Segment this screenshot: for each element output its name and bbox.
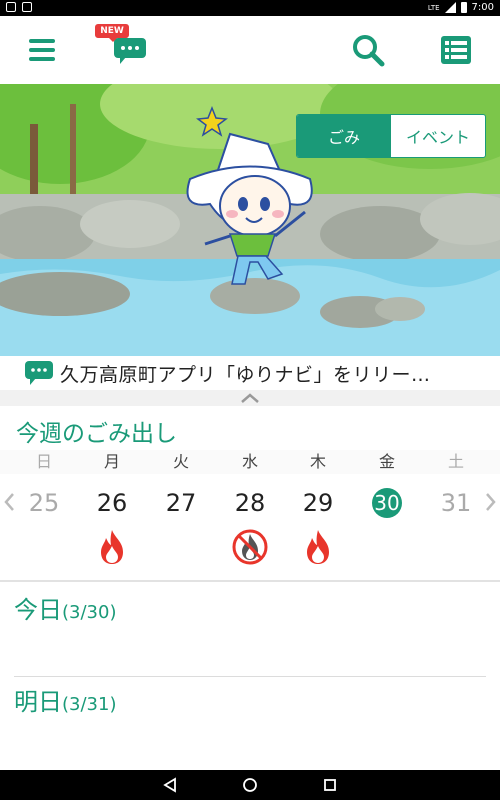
collapse-handle[interactable] xyxy=(0,390,500,406)
day-divider xyxy=(14,676,486,677)
weekday-tue: 火 xyxy=(172,452,189,471)
search-button[interactable] xyxy=(348,30,388,70)
non-burnable-garbage-icon xyxy=(232,529,268,565)
news-chat-icon xyxy=(25,361,53,385)
today-date: (3/30) xyxy=(62,602,117,623)
weekday-header: 日 月 火 水 木 金 土 xyxy=(0,450,500,474)
status-time: 7:00 xyxy=(471,2,494,13)
category-segment: ごみ イベント xyxy=(296,114,486,158)
date-cell[interactable]: 29 xyxy=(296,488,340,518)
burnable-garbage-icon xyxy=(101,530,123,564)
new-badge: NEW xyxy=(95,24,129,42)
section-divider xyxy=(0,580,500,582)
list-button[interactable] xyxy=(436,30,476,70)
notification-icon xyxy=(6,2,16,12)
tomorrow-date: (3/31) xyxy=(62,694,117,715)
toolbar: NEW xyxy=(0,16,500,84)
date-cell[interactable]: 25 xyxy=(22,488,66,518)
news-ticker[interactable]: 久万高原町アプリ「ゆりナビ」をリリー… xyxy=(0,356,500,390)
tab-event[interactable]: イベント xyxy=(391,115,485,157)
menu-button[interactable] xyxy=(22,30,62,70)
back-icon[interactable] xyxy=(162,777,178,793)
tab-garbage[interactable]: ごみ xyxy=(297,115,391,157)
today-heading: 今日(3/30) xyxy=(14,590,116,625)
battery-icon xyxy=(460,2,467,13)
search-icon xyxy=(353,35,385,67)
chevron-up-icon xyxy=(241,393,259,403)
date-cell-today[interactable]: 30 xyxy=(365,488,409,518)
weekday-wed: 水 xyxy=(241,452,258,471)
system-nav-bar xyxy=(0,770,500,800)
today-label: 今日 xyxy=(14,596,62,624)
list-icon xyxy=(441,36,471,64)
weekday-sun: 日 xyxy=(35,452,52,471)
home-icon[interactable] xyxy=(242,777,258,793)
tomorrow-heading: 明日(3/31) xyxy=(14,682,116,717)
week-title: 今週のごみ出し xyxy=(16,421,177,447)
date-cell[interactable]: 26 xyxy=(90,488,134,518)
weekday-fri: 金 xyxy=(378,452,395,471)
date-cell[interactable]: 28 xyxy=(228,488,272,518)
recents-icon[interactable] xyxy=(322,777,338,793)
weekday-thu: 木 xyxy=(309,452,326,471)
hero-banner[interactable]: ごみ イベント xyxy=(0,84,500,356)
menu-icon xyxy=(29,39,55,61)
date-cell[interactable]: 27 xyxy=(159,488,203,518)
burnable-garbage-icon xyxy=(307,530,329,564)
date-cell[interactable]: 31 xyxy=(434,488,478,518)
news-headline: 久万高原町アプリ「ゆりナビ」をリリー… xyxy=(60,363,431,386)
chat-bubble-icon xyxy=(114,38,146,64)
status-bar: LTE 7:00 xyxy=(0,0,500,16)
signal-icon xyxy=(444,2,456,13)
app-root: LTE 7:00 NEW ごみ イベント 久万高原町アプリ「ゆりナビ」をリリー…… xyxy=(0,0,500,800)
weekday-sat: 土 xyxy=(447,452,464,471)
tomorrow-label: 明日 xyxy=(14,688,62,716)
android-icon xyxy=(22,2,32,12)
network-type: LTE xyxy=(427,3,440,12)
weekday-mon: 月 xyxy=(103,452,120,471)
